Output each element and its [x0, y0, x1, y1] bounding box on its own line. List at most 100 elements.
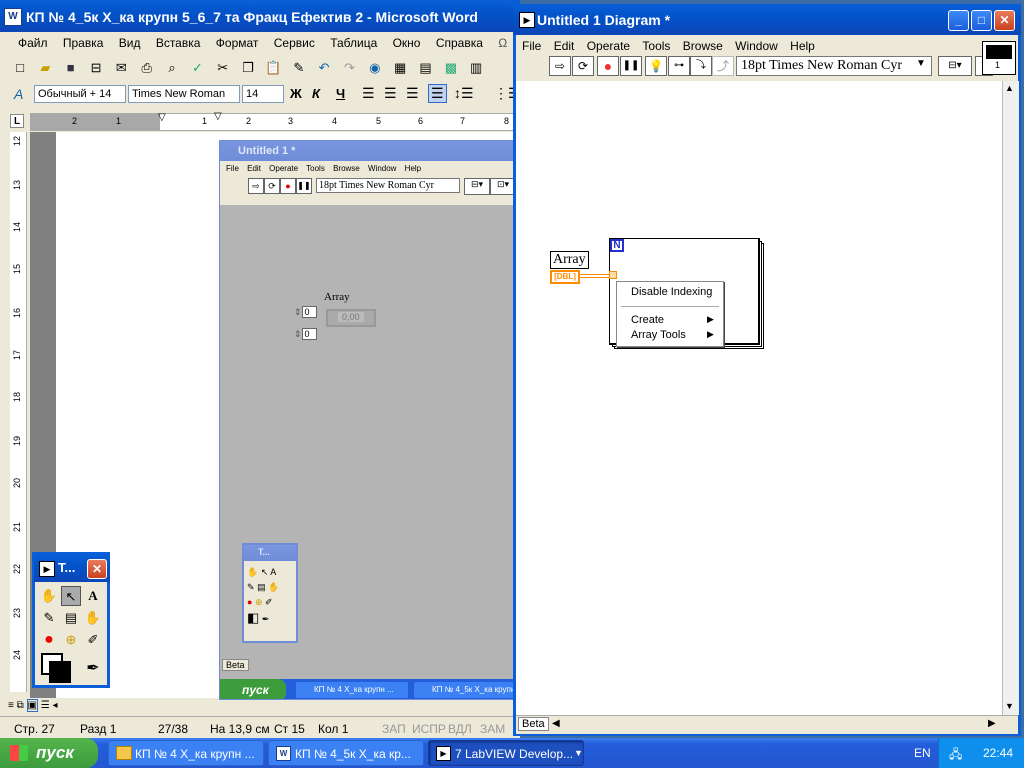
vi-icon[interactable]: 1	[982, 41, 1016, 75]
permission-icon[interactable]: ⊟	[86, 58, 106, 78]
print-preview-icon[interactable]: ⌕	[162, 58, 182, 78]
pause-button[interactable]: ❚❚	[620, 56, 642, 76]
scroll-tool-icon[interactable]: ✋	[268, 582, 279, 592]
inner-menu-edit[interactable]: Edit	[247, 164, 261, 173]
maximize-button[interactable]: □	[971, 10, 992, 31]
undo-icon[interactable]: ↶	[314, 58, 334, 78]
menu-view[interactable]: Вид	[119, 36, 141, 50]
email-icon[interactable]: ✉	[111, 58, 131, 78]
task-item-word[interactable]: КП № 4_5к Х_ка кр...	[268, 740, 424, 766]
font-dropdown[interactable]: Times New Roman	[128, 85, 240, 103]
menu-insert[interactable]: Вставка	[156, 36, 201, 50]
diagram-titlebar[interactable]: Untitled 1 Diagram *	[513, 4, 1021, 35]
status-rec[interactable]: ЗАП	[382, 722, 406, 736]
cut-icon[interactable]: ✂	[213, 58, 233, 78]
loop-tunnel[interactable]	[609, 271, 617, 279]
print-layout-icon[interactable]: ▣	[26, 699, 38, 712]
columns-icon[interactable]: ▥	[466, 58, 486, 78]
inner-menu-browse[interactable]: Browse	[333, 164, 360, 173]
minimize-button[interactable]: _	[948, 10, 969, 31]
dmenu-window[interactable]: Window	[735, 39, 778, 53]
copy-icon[interactable]: ❐	[238, 58, 258, 78]
inner-menu-file[interactable]: File	[226, 164, 239, 173]
line-spacing-icon[interactable]: ↕☰	[454, 85, 474, 102]
object-shortcut-tool-icon[interactable]: ▤	[61, 608, 81, 628]
dmenu-tools[interactable]: Tools	[642, 39, 670, 53]
diagram-font-dropdown[interactable]: 18pt Times New Roman Cyr	[736, 56, 932, 76]
redo-icon[interactable]: ↷	[339, 58, 359, 78]
status-ovr[interactable]: ЗАМ	[480, 722, 505, 736]
inner-menu-operate[interactable]: Operate	[269, 164, 298, 173]
inner-index-stepper-icon[interactable]: ⇕	[294, 307, 302, 317]
scroll-left-icon[interactable]: ◂	[53, 700, 58, 711]
brush-tool-icon[interactable]: ✒	[83, 659, 103, 679]
outline-view-icon[interactable]: ☰	[41, 700, 50, 711]
inner-array-index-2[interactable]: ⇕ 0	[294, 328, 322, 345]
menu-format[interactable]: Формат	[216, 36, 259, 50]
dmenu-edit[interactable]: Edit	[554, 39, 575, 53]
web-view-icon[interactable]: ⧉	[17, 700, 24, 711]
inner-distribute-icon[interactable]: ⊡▾	[490, 178, 513, 195]
inner-tools-titlebar[interactable]: T...	[244, 545, 296, 561]
normal-view-icon[interactable]: ≡	[8, 700, 14, 711]
color-tool-icon[interactable]: ◧	[247, 610, 259, 625]
network-icon[interactable]: 🖧	[949, 745, 962, 766]
inner-align-icon[interactable]: ⊟▾	[464, 178, 490, 195]
inner-run-continuous-icon[interactable]: ⟳	[264, 178, 280, 194]
menu-window[interactable]: Окно	[393, 36, 421, 50]
styles-pane-icon[interactable]: A	[14, 86, 23, 102]
inner-task-item[interactable]: КП № 4_5к Х_ка крупн ...	[414, 682, 513, 698]
hyperlink-icon[interactable]: ◉	[365, 58, 385, 78]
dmenu-help[interactable]: Help	[790, 39, 815, 53]
menu-item-create[interactable]: Create ▶	[617, 314, 723, 330]
get-color-tool-icon[interactable]: ✐	[83, 630, 103, 650]
position-tool-icon[interactable]: ↖	[261, 567, 269, 577]
color-copy-tool-icon[interactable]: ✐	[265, 597, 273, 607]
open-folder-icon[interactable]: ▰	[35, 58, 55, 78]
italic-button[interactable]: К	[312, 86, 320, 101]
menu-tool-icon[interactable]: ▤	[257, 582, 266, 592]
dmenu-browse[interactable]: Browse	[683, 39, 723, 53]
wire[interactable]	[580, 274, 610, 278]
inner-tools-palette[interactable]: T... ✋ ↖ A ✎ ▤ ✋ ● ⊕ ✐ ◧ ✒	[242, 543, 298, 643]
status-trk[interactable]: ИСПР	[412, 722, 446, 736]
menu-table[interactable]: Таблица	[330, 36, 377, 50]
run-continuously-button[interactable]: ⟳	[572, 56, 594, 76]
new-document-icon[interactable]: □	[10, 58, 30, 78]
scroll-left-icon[interactable]: ◀	[552, 718, 560, 729]
inner-menu-help[interactable]: Help	[405, 164, 421, 173]
inner-array-element[interactable]: 0,00	[326, 309, 376, 327]
loop-count-terminal[interactable]: N	[610, 239, 624, 252]
breakpoint-tool-icon[interactable]: ●	[39, 630, 59, 650]
ruler-corner[interactable]: L	[10, 114, 24, 128]
tray-language[interactable]: EN	[914, 746, 931, 760]
align-center-icon[interactable]: ☰	[384, 85, 397, 102]
font-dropdown-arrow-icon[interactable]: ▼	[916, 58, 926, 69]
font-size-dropdown[interactable]: 14	[242, 85, 284, 103]
menu-help[interactable]: Справка	[436, 36, 483, 50]
array-terminal-label[interactable]: Array	[550, 251, 589, 269]
run-button[interactable]: ⇨	[549, 56, 571, 76]
position-size-tool-icon[interactable]: ↖	[61, 586, 81, 606]
set-color-tool-icon[interactable]	[41, 653, 71, 683]
inner-pause-icon[interactable]: ❚❚	[296, 178, 312, 194]
diagram-canvas[interactable]: Array [DBL] N Disable Indexing Create ▶	[516, 81, 1002, 715]
retain-wire-values-button[interactable]: ⊶	[668, 56, 690, 76]
word-app-icon[interactable]: W	[4, 8, 22, 26]
align-right-icon[interactable]: ☰	[406, 85, 419, 102]
task-group-arrow-icon[interactable]: ▼	[574, 748, 583, 758]
abort-button[interactable]: ●	[597, 56, 619, 76]
status-ext[interactable]: ВДЛ	[448, 722, 472, 736]
task-item-labview[interactable]: 7 LabVIEW Develop...	[428, 740, 584, 766]
insert-table-icon[interactable]: ▤	[416, 58, 436, 78]
operate-value-tool-icon[interactable]: ✋	[39, 586, 59, 606]
inner-task-item[interactable]: КП № 4 Х_ка крупн ...	[296, 682, 408, 698]
probe-tool-icon[interactable]: ⊕	[255, 597, 263, 607]
inner-run-icon[interactable]: ⇨	[248, 178, 264, 194]
indent-marker-icon[interactable]: ▽	[158, 112, 166, 123]
omega-icon[interactable]: Ω	[498, 36, 507, 50]
inner-menu-window[interactable]: Window	[368, 164, 396, 173]
justify-icon[interactable]: ☰	[428, 84, 447, 103]
vertical-scrollbar[interactable]: ▲ ▼	[1002, 81, 1019, 715]
menu-file[interactable]: Файл	[18, 36, 48, 50]
